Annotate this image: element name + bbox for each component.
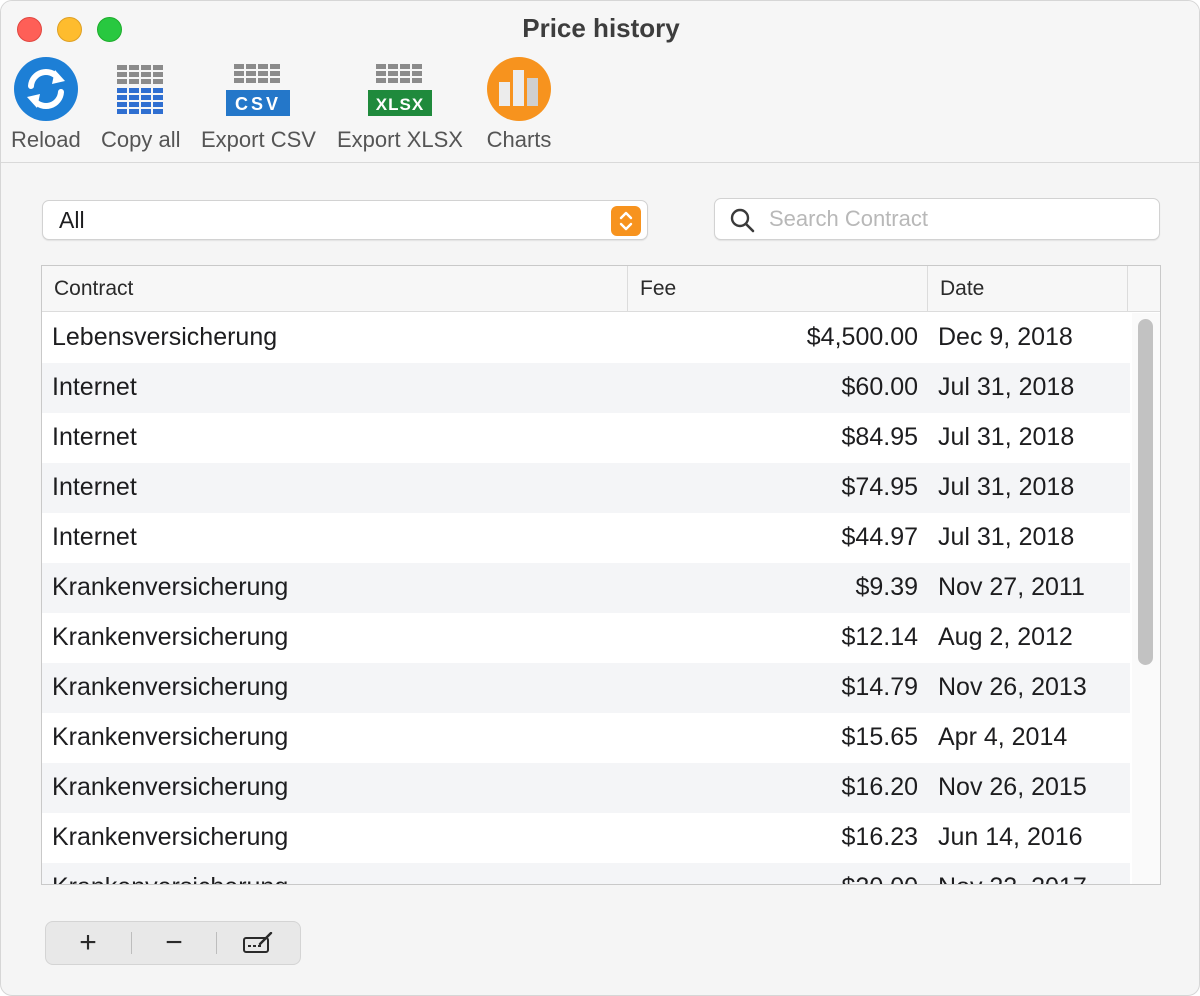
row-actions-bar: + − bbox=[45, 921, 301, 965]
cell-date: Jun 14, 2016 bbox=[938, 823, 1083, 851]
table-row[interactable]: Lebensversicherung $4,500.00 Dec 9, 2018 bbox=[42, 313, 1130, 363]
window-title: Price history bbox=[522, 13, 680, 43]
xlsx-file-icon: XLSX bbox=[366, 55, 434, 123]
table-row[interactable]: Krankenversicherung $20.00 Nov 22, 2017 bbox=[42, 863, 1130, 884]
cell-contract: Krankenversicherung bbox=[52, 873, 288, 884]
cell-contract: Lebensversicherung bbox=[52, 323, 278, 351]
price-history-window: Price history Reload Copy all CSV Export… bbox=[0, 0, 1200, 996]
table-row[interactable]: Krankenversicherung $9.39 Nov 27, 2011 bbox=[42, 563, 1130, 613]
table-row[interactable]: Krankenversicherung $16.23 Jun 14, 2016 bbox=[42, 813, 1130, 863]
bar-chart-icon bbox=[485, 55, 553, 123]
search-input[interactable] bbox=[769, 203, 1149, 235]
table-row[interactable]: Internet $74.95 Jul 31, 2018 bbox=[42, 463, 1130, 513]
cell-date: Aug 2, 2012 bbox=[938, 623, 1073, 651]
column-header-fee[interactable]: Fee bbox=[628, 266, 928, 312]
filter-selected-value: All bbox=[59, 207, 85, 233]
titlebar-toolbar: Price history Reload Copy all CSV Export… bbox=[1, 1, 1199, 163]
cell-date: Jul 31, 2018 bbox=[938, 423, 1075, 451]
cell-date: Nov 27, 2011 bbox=[938, 573, 1085, 601]
cell-contract: Krankenversicherung bbox=[52, 723, 289, 751]
search-field[interactable] bbox=[714, 198, 1160, 240]
cell-contract: Internet bbox=[52, 373, 137, 401]
cell-fee: $15.65 bbox=[841, 723, 918, 751]
cell-fee: $20.00 bbox=[842, 873, 918, 884]
cell-fee: $60.00 bbox=[841, 373, 918, 401]
edit-icon bbox=[243, 932, 273, 953]
cell-fee: $9.39 bbox=[855, 573, 918, 601]
table-body: Lebensversicherung $4,500.00 Dec 9, 2018 In… bbox=[42, 313, 1130, 884]
reload-icon bbox=[12, 55, 80, 123]
reload-label: Reload bbox=[11, 127, 81, 152]
cell-contract: Krankenversicherung bbox=[52, 823, 289, 851]
chevron-up-down-icon[interactable] bbox=[611, 206, 641, 236]
export-xlsx-label: Export XLSX bbox=[337, 127, 463, 152]
table-row[interactable]: Krankenversicherung $12.14 Aug 2, 2012 bbox=[42, 613, 1130, 663]
csv-badge-text: CSV bbox=[235, 94, 281, 114]
cell-date: Jul 31, 2018 bbox=[938, 373, 1075, 401]
cell-contract: Krankenversicherung bbox=[52, 573, 289, 601]
cell-fee: $84.95 bbox=[841, 423, 918, 451]
cell-date: Nov 26, 2015 bbox=[938, 773, 1087, 801]
cell-date: Nov 26, 2013 bbox=[938, 673, 1087, 701]
charts-label: Charts bbox=[486, 127, 552, 152]
cell-fee: $16.23 bbox=[841, 823, 918, 851]
copy-all-label: Copy all bbox=[101, 127, 181, 152]
xlsx-badge-text: XLSX bbox=[376, 95, 424, 114]
cell-date: Apr 4, 2014 bbox=[938, 723, 1068, 751]
reload-button[interactable]: Reload bbox=[11, 55, 81, 153]
cell-fee: $44.97 bbox=[841, 523, 918, 551]
cell-fee: $12.14 bbox=[841, 623, 918, 651]
table-row[interactable]: Internet $44.97 Jul 31, 2018 bbox=[42, 513, 1130, 563]
charts-button[interactable]: Charts bbox=[485, 55, 553, 153]
csv-file-icon: CSV bbox=[224, 55, 292, 123]
table-row[interactable]: Internet $84.95 Jul 31, 2018 bbox=[42, 413, 1130, 463]
price-history-table: Contract Fee Date Lebensversicherung $4,5… bbox=[41, 265, 1161, 885]
column-header-contract[interactable]: Contract bbox=[42, 266, 628, 312]
remove-row-button[interactable]: − bbox=[132, 922, 216, 964]
cell-date: Nov 22, 2017 bbox=[938, 873, 1087, 884]
copy-table-icon bbox=[107, 55, 175, 123]
edit-row-button[interactable] bbox=[216, 922, 300, 964]
cell-fee: $74.95 bbox=[841, 473, 918, 501]
cell-date: Dec 9, 2018 bbox=[938, 323, 1073, 351]
scrollbar-thumb[interactable] bbox=[1138, 319, 1153, 665]
cell-date: Jul 31, 2018 bbox=[938, 473, 1075, 501]
table-row[interactable]: Krankenversicherung $16.20 Nov 26, 2015 bbox=[42, 763, 1130, 813]
table-row[interactable]: Krankenversicherung $14.79 Nov 26, 2013 bbox=[42, 663, 1130, 713]
table-row[interactable]: Internet $60.00 Jul 31, 2018 bbox=[42, 363, 1130, 413]
cell-contract: Krankenversicherung bbox=[52, 673, 289, 701]
table-header: Contract Fee Date bbox=[42, 266, 1160, 312]
copy-all-button[interactable]: Copy all bbox=[101, 55, 180, 153]
cell-contract: Internet bbox=[52, 523, 137, 551]
cell-contract: Internet bbox=[52, 423, 137, 451]
table-row[interactable]: Krankenversicherung $15.65 Apr 4, 2014 bbox=[42, 713, 1130, 763]
cell-contract: Krankenversicherung bbox=[52, 773, 289, 801]
cell-contract: Internet bbox=[52, 473, 137, 501]
cell-fee: $16.20 bbox=[841, 773, 918, 801]
contract-filter-select[interactable]: All bbox=[42, 200, 648, 240]
cell-fee: $14.79 bbox=[841, 673, 918, 701]
cell-date: Jul 31, 2018 bbox=[938, 523, 1075, 551]
export-csv-label: Export CSV bbox=[201, 127, 316, 152]
add-row-button[interactable]: + bbox=[46, 922, 130, 964]
cell-contract: Krankenversicherung bbox=[52, 623, 289, 651]
search-icon bbox=[730, 208, 755, 233]
cell-fee: $4,500.00 bbox=[806, 323, 918, 351]
export-csv-button[interactable]: CSV Export CSV bbox=[201, 55, 316, 153]
export-xlsx-button[interactable]: XLSX Export XLSX bbox=[337, 55, 463, 153]
column-header-date[interactable]: Date bbox=[928, 266, 1128, 312]
